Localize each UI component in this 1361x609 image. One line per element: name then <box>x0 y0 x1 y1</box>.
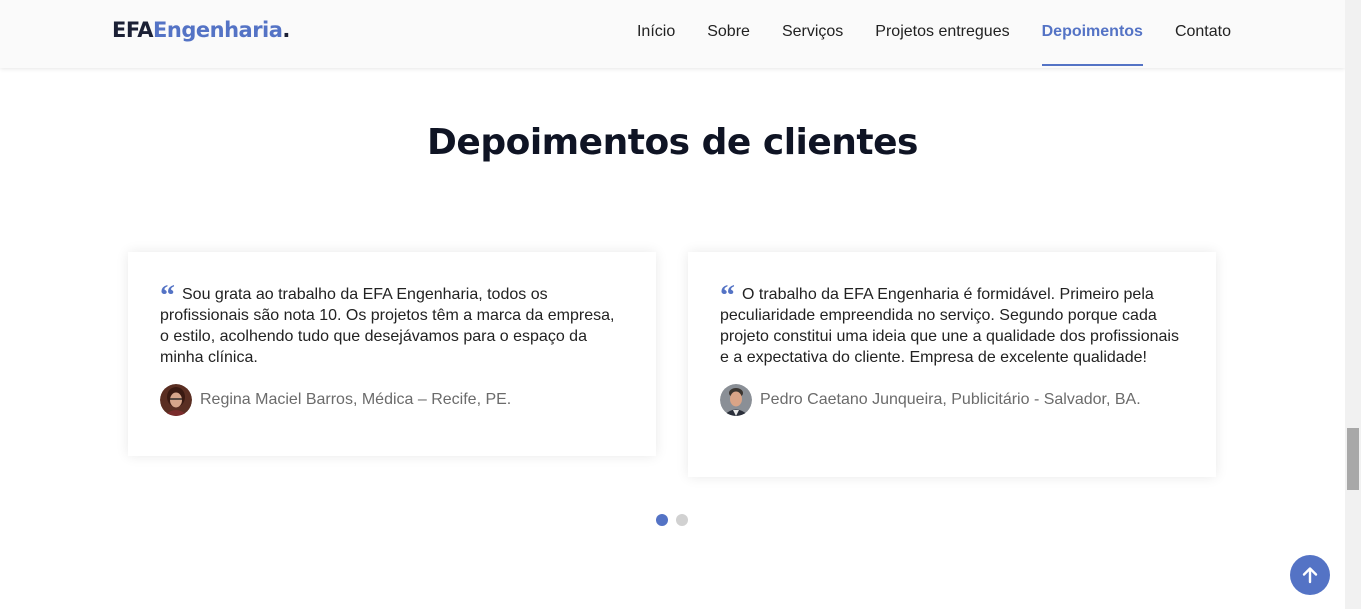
avatar <box>160 384 192 416</box>
section-title: Depoimentos de clientes <box>427 122 918 163</box>
nav-link-inicio[interactable]: Início <box>637 0 675 45</box>
author-name: Regina Maciel Barros, Médica – Recife, P… <box>200 391 512 408</box>
arrow-up-icon <box>1302 567 1318 584</box>
testimonial-quote: “Sou grata ao trabalho da EFA Engenharia… <box>160 281 624 368</box>
testimonial-text: Sou grata ao trabalho da EFA Engenharia,… <box>160 286 615 366</box>
logo-text-engenharia: Engenharia <box>153 18 283 42</box>
nav-link-projetos-entregues[interactable]: Projetos entregues <box>875 0 1009 45</box>
testimonial-author: Pedro Caetano Junqueira, Publicitário - … <box>720 384 1184 416</box>
pagination-dot-1[interactable] <box>656 514 668 526</box>
nav-link-depoimentos[interactable]: Depoimentos <box>1041 0 1144 66</box>
carousel-pagination <box>656 514 696 526</box>
testimonial-card: “Sou grata ao trabalho da EFA Engenharia… <box>128 252 656 456</box>
nav-link-sobre[interactable]: Sobre <box>707 0 750 45</box>
pagination-dot-2[interactable] <box>676 514 688 526</box>
author-name: Pedro Caetano Junqueira, Publicitário - … <box>760 391 1141 408</box>
page-scrollbar[interactable] <box>1345 0 1361 609</box>
avatar <box>720 384 752 416</box>
nav-link-servicos[interactable]: Serviços <box>782 0 843 45</box>
testimonial-author: Regina Maciel Barros, Médica – Recife, P… <box>160 384 624 416</box>
testimonial-card: “O trabalho da EFA Engenharia é formidáv… <box>688 252 1216 477</box>
scrollbar-thumb[interactable] <box>1347 428 1359 490</box>
testimonial-quote: “O trabalho da EFA Engenharia é formidáv… <box>720 281 1184 368</box>
main-nav: Início Sobre Serviços Projetos entregues… <box>637 0 1231 68</box>
testimonial-text: O trabalho da EFA Engenharia é formidáve… <box>720 286 1179 366</box>
site-header: EFAEngenharia. Início Sobre Serviços Pro… <box>0 0 1345 68</box>
logo-text-dot: . <box>282 18 290 42</box>
page: EFAEngenharia. Início Sobre Serviços Pro… <box>0 0 1345 609</box>
back-to-top-button[interactable] <box>1290 555 1330 595</box>
logo-text-efa: EFA <box>112 18 154 42</box>
brand-logo[interactable]: EFAEngenharia. <box>112 18 290 42</box>
nav-link-contato[interactable]: Contato <box>1175 0 1231 45</box>
